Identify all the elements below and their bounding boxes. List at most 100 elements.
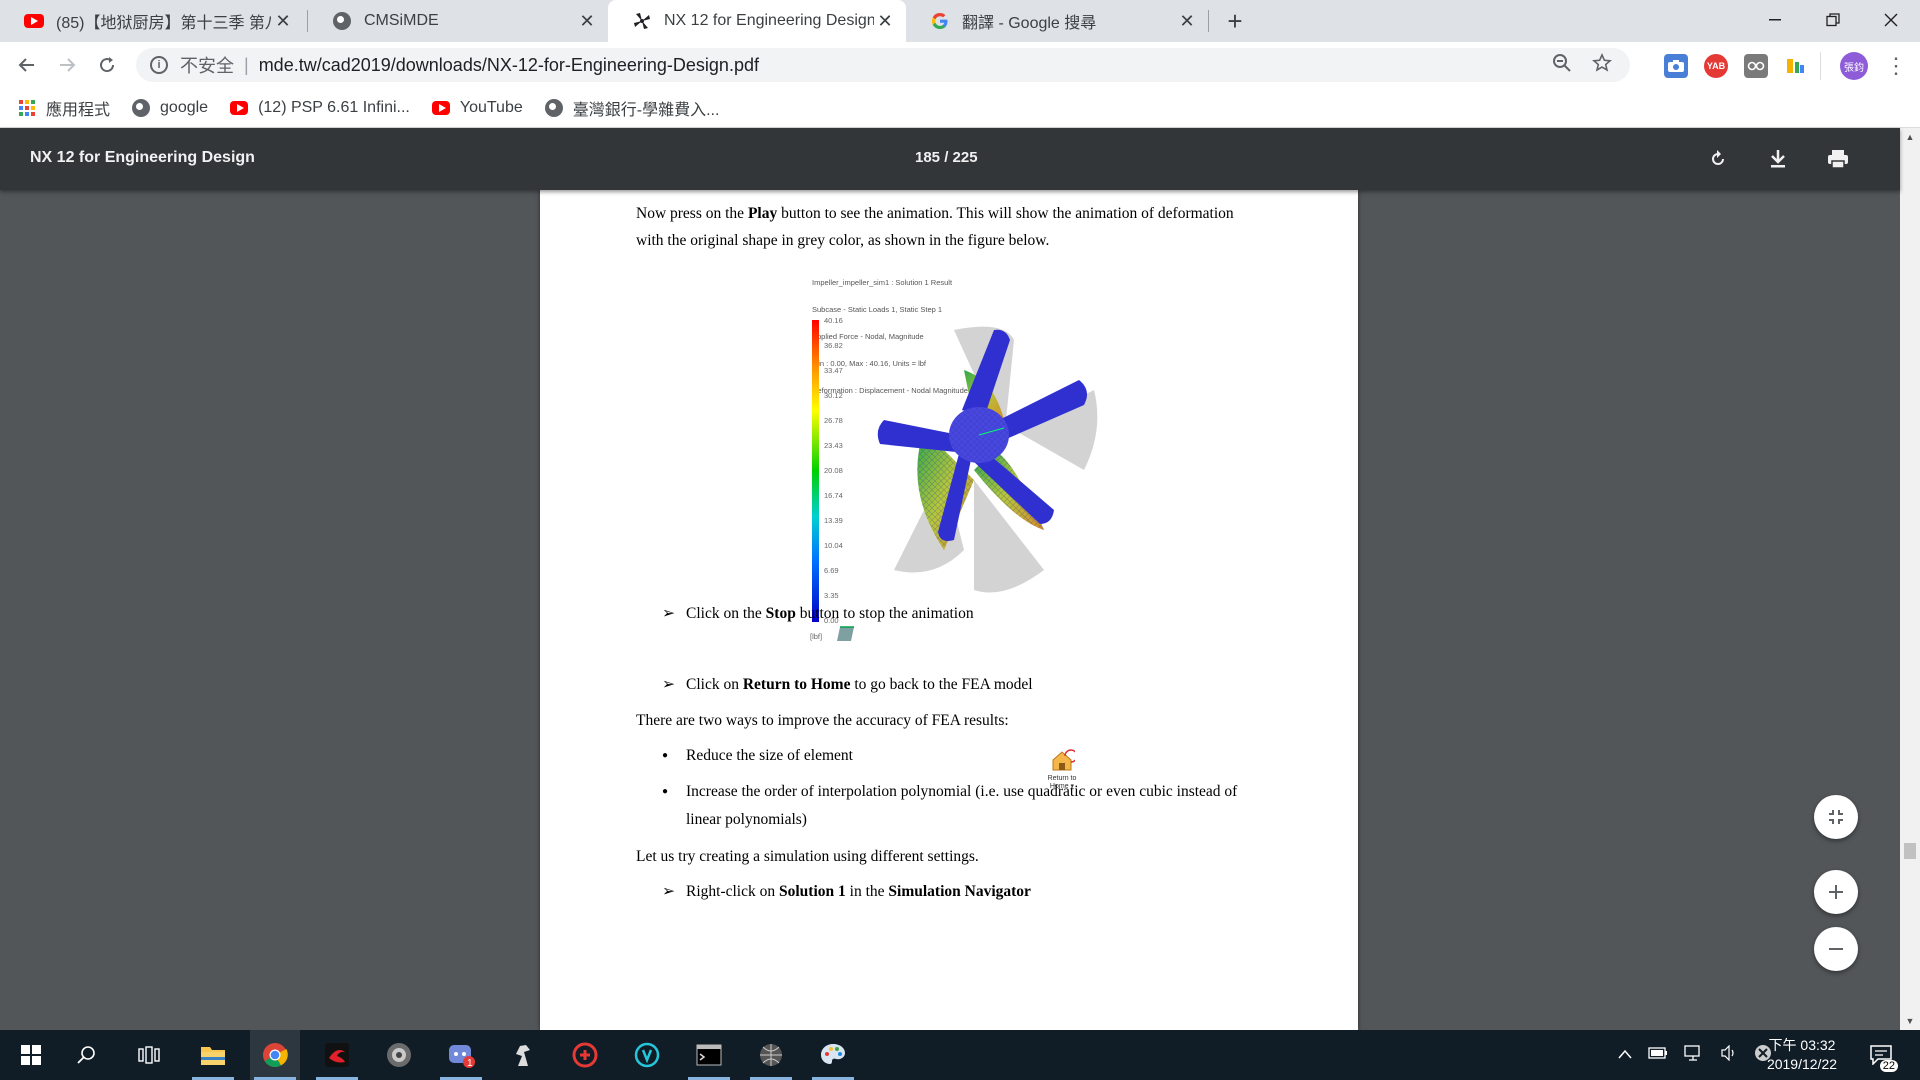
globe-icon [332, 11, 352, 31]
csgo-icon[interactable] [498, 1030, 548, 1080]
bookmark-psp[interactable]: (12) PSP 6.61 Infini... [230, 99, 410, 117]
back-button[interactable] [12, 50, 42, 80]
close-tab-icon[interactable]: ✕ [874, 10, 896, 32]
close-window-button[interactable] [1862, 0, 1920, 40]
close-tab-icon[interactable]: ✕ [1176, 10, 1198, 32]
legend-value: 26.78 [824, 416, 843, 425]
tab-cmsimde[interactable]: CMSiMDE ✕ [308, 0, 608, 42]
tab-title: (85)【地狱厨房】第十三季 第八\ [56, 15, 272, 32]
discord-icon[interactable]: 1 [436, 1030, 486, 1080]
minimize-button[interactable] [1746, 0, 1804, 40]
globe-icon [544, 98, 563, 117]
bookmark-star-icon[interactable] [1592, 53, 1612, 79]
bullet-text: Increase the order of interpolation poly… [686, 783, 1238, 828]
pdf-page: Now press on the Play button to see the … [540, 190, 1358, 1030]
system-clock[interactable]: 下午 03:32 2019/12/22 [1752, 1036, 1852, 1074]
address-bar[interactable]: i 不安全 | mde.tw/cad2019/downloads/NX-12-f… [136, 48, 1630, 82]
zoom-icon[interactable] [1552, 53, 1572, 79]
clock-date: 2019/12/22 [1766, 1056, 1838, 1072]
color-legend-bar [812, 320, 819, 622]
garena-icon[interactable] [312, 1030, 362, 1080]
zoom-out-button[interactable] [1814, 927, 1858, 971]
pdf-document-title: NX 12 for Engineering Design [30, 149, 255, 166]
fea-result-figure: Impeller_impeller_sim1 : Solution 1 Resu… [804, 260, 1104, 650]
legend-value: 36.82 [824, 341, 843, 350]
chrome-icon[interactable] [250, 1030, 300, 1080]
arrow-item-text: Right-click on Solution 1 in the Simulat… [686, 883, 1031, 900]
youtube-icon [431, 99, 450, 117]
pdf-viewer[interactable]: Now press on the Play button to see the … [0, 190, 1900, 1030]
download-icon[interactable] [1763, 144, 1793, 174]
tab-nx12-pdf[interactable]: NX 12 for Engineering Design ✕ [608, 0, 906, 42]
close-tab-icon[interactable]: ✕ [272, 10, 294, 32]
scroll-up-arrow-icon[interactable]: ▲ [1900, 128, 1920, 146]
bookmark-apps[interactable]: 應用程式 [18, 96, 110, 120]
page-indicator: 185 / 225 [915, 149, 978, 166]
tab-title: NX 12 for Engineering Design [664, 12, 874, 29]
pdf-fan-icon [632, 11, 652, 31]
vpn-app-icon[interactable] [622, 1030, 672, 1080]
restore-button[interactable] [1804, 0, 1862, 40]
volume-icon[interactable] [1720, 1044, 1738, 1066]
scroll-down-arrow-icon[interactable]: ▼ [1900, 1012, 1920, 1030]
task-view-icon[interactable] [124, 1030, 174, 1080]
legend-value: 6.69 [824, 566, 839, 575]
windows-taskbar: 1 下午 03:32 2019/12/22 22 [0, 1030, 1920, 1080]
scroll-thumb[interactable] [1904, 843, 1916, 859]
network-icon[interactable] [1684, 1044, 1704, 1066]
fit-to-page-button[interactable] [1814, 795, 1858, 839]
print-icon[interactable] [1823, 144, 1853, 174]
tab-strip: (85)【地狱厨房】第十三季 第八\ ✕ CMSiMDE ✕ NX 12 for… [0, 0, 1920, 42]
zoom-in-button[interactable] [1814, 870, 1858, 914]
legend-value: 23.43 [824, 441, 843, 450]
start-button[interactable] [6, 1030, 56, 1080]
notification-center-icon[interactable]: 22 [1866, 1040, 1898, 1072]
game-app-icon[interactable] [374, 1030, 424, 1080]
forward-button[interactable] [52, 50, 82, 80]
toolbar-divider [1820, 52, 1821, 80]
new-tab-button[interactable]: + [1220, 6, 1250, 36]
camera-extension-icon[interactable] [1664, 54, 1688, 78]
bookmark-youtube[interactable]: YouTube [431, 99, 523, 117]
bookmark-google[interactable]: google [132, 98, 209, 117]
sphere-app-icon[interactable] [746, 1030, 796, 1080]
red-game-icon[interactable] [560, 1030, 610, 1080]
profile-avatar[interactable]: 張鈞 [1840, 52, 1868, 80]
legend-value: 13.39 [824, 516, 843, 525]
close-tab-icon[interactable]: ✕ [576, 10, 598, 32]
menu-kebab-icon[interactable]: ⋮ [1884, 52, 1908, 80]
youtube-icon [230, 99, 249, 117]
paint-app-icon[interactable] [808, 1030, 858, 1080]
glasses-extension-icon[interactable] [1744, 54, 1768, 78]
yab-extension-icon[interactable]: YAB [1704, 54, 1728, 78]
tab-title: CMSiMDE [364, 12, 439, 29]
arrow-item-text: Click on the Stop button to stop the ani… [686, 605, 974, 622]
legend-value: 20.08 [824, 466, 843, 475]
security-label: 不安全 [180, 56, 234, 76]
url-text[interactable]: mde.tw/cad2019/downloads/NX-12-for-Engin… [259, 55, 759, 76]
ways-intro-text: There are two ways to improve the accura… [636, 712, 1009, 729]
bookmark-label: (12) PSP 6.61 Infini... [258, 98, 410, 116]
bookmark-bank[interactable]: 臺灣銀行-學雜費入... [544, 96, 720, 120]
battery-icon[interactable] [1648, 1046, 1668, 1064]
play-bold: Play [747, 205, 778, 222]
page-scrollbar[interactable]: ▲ ▼ [1900, 128, 1920, 1030]
discord-badge: 1 [467, 1058, 473, 1069]
file-explorer-icon[interactable] [188, 1030, 238, 1080]
bookmark-label: 臺灣銀行-學雜費入... [572, 101, 720, 119]
translate-extension-icon[interactable] [1784, 54, 1808, 78]
tab-google-translate[interactable]: 翻譯 - Google 搜尋 ✕ [906, 0, 1208, 42]
color-legend-labels: 40.16 36.82 33.47 30.12 26.78 23.43 20.0… [824, 316, 843, 626]
reload-button[interactable] [92, 50, 122, 80]
info-icon[interactable]: i [150, 56, 168, 74]
tab-youtube[interactable]: (85)【地狱厨房】第十三季 第八\ ✕ [0, 0, 304, 42]
rotate-icon[interactable] [1703, 144, 1733, 174]
dot-bullet-icon: ● [662, 786, 669, 797]
intro-text: Now press on the [636, 205, 748, 222]
system-tray [1618, 1030, 1772, 1080]
youtube-icon [24, 11, 44, 31]
terminal-icon[interactable] [684, 1030, 734, 1080]
tray-expand-icon[interactable] [1618, 1046, 1632, 1064]
search-icon[interactable] [62, 1030, 112, 1080]
bookmark-label: google [160, 98, 209, 116]
